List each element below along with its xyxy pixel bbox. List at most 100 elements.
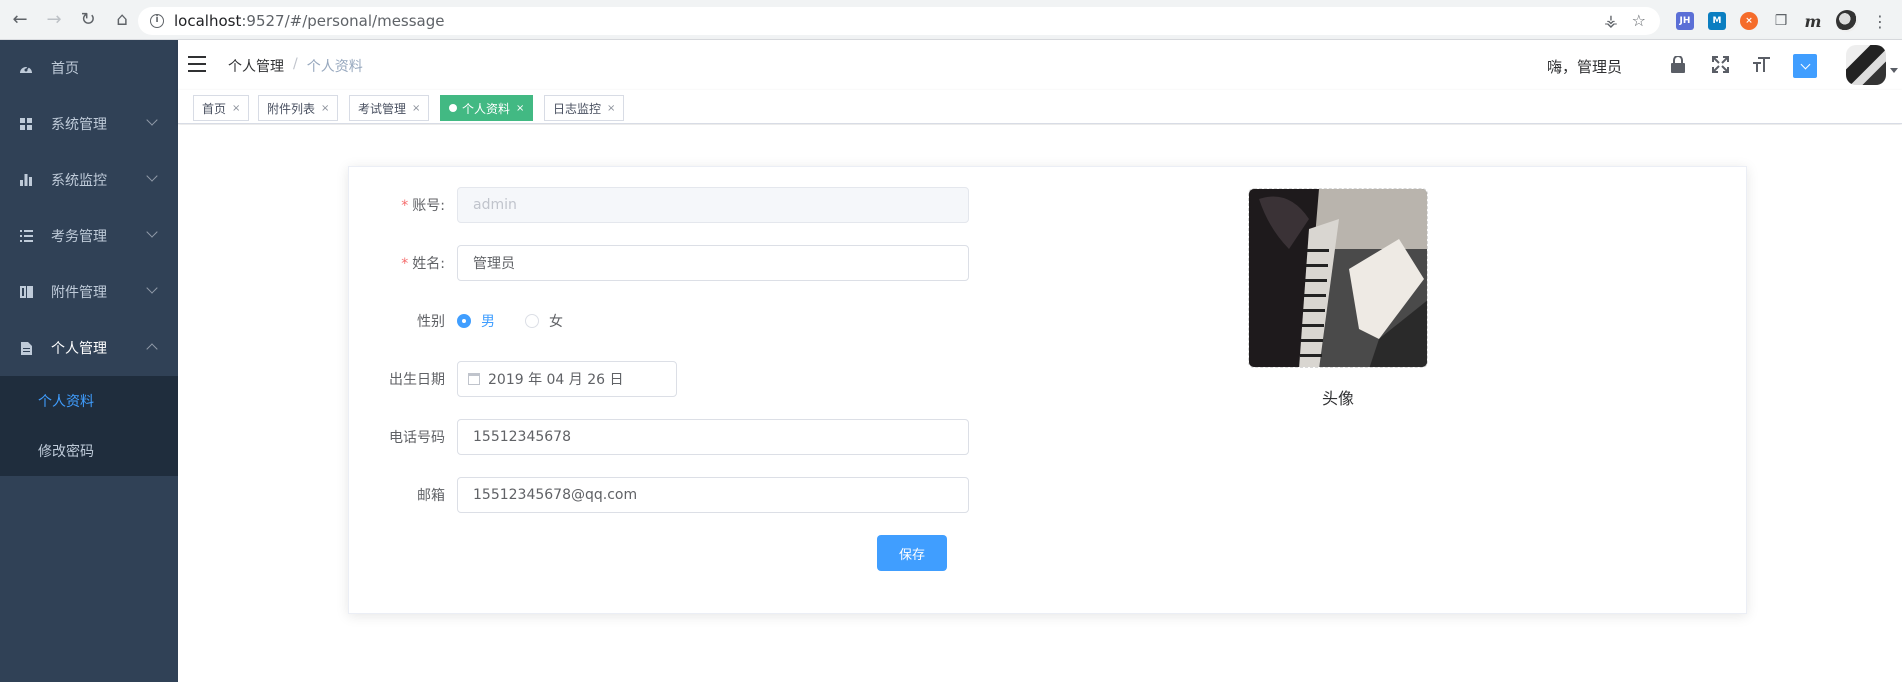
name-input[interactable]: 管理员 xyxy=(457,245,969,281)
reload-icon[interactable]: ↻ xyxy=(74,6,102,34)
sidebar-item-home[interactable]: 首页 xyxy=(0,40,178,96)
user-greeting: 嗨，管理员 xyxy=(1547,58,1623,76)
url-host: localhost xyxy=(174,12,242,30)
breadcrumb-separator: / xyxy=(293,56,298,72)
account-input: admin xyxy=(457,187,969,223)
gender-male-radio[interactable]: 男 xyxy=(457,311,495,331)
save-button[interactable]: 保存 xyxy=(877,535,947,571)
calendar-icon xyxy=(468,373,480,385)
chevron-down-icon xyxy=(146,114,158,126)
tags-view: 首页 × 附件列表 × 考试管理 × 个人资料 × 日志监控 × xyxy=(178,90,1902,124)
browser-profile-avatar[interactable] xyxy=(1836,10,1858,32)
tag-home[interactable]: 首页 × xyxy=(193,95,250,121)
form-row-email: 邮箱 15512345678@qq.com xyxy=(349,477,969,513)
star-icon[interactable]: ☆ xyxy=(1632,11,1646,30)
font-size-icon[interactable] xyxy=(1752,54,1772,74)
orange-extension-icon[interactable]: × xyxy=(1740,12,1758,30)
radio-unchecked-icon xyxy=(525,314,539,328)
close-icon[interactable]: × xyxy=(607,103,615,114)
gender-female-radio[interactable]: 女 xyxy=(525,311,563,331)
form-row-gender: 性别 男 女 xyxy=(349,303,593,339)
tag-attachments[interactable]: 附件列表 × xyxy=(258,95,339,121)
chevron-down-icon xyxy=(146,282,158,294)
sidebar-item-label: 考务管理 xyxy=(51,229,107,245)
document-icon xyxy=(18,340,34,356)
fullscreen-icon[interactable] xyxy=(1710,54,1730,74)
caret-down-icon[interactable] xyxy=(1890,68,1898,73)
lock-icon[interactable] xyxy=(1668,54,1688,74)
tag-log-monitor[interactable]: 日志监控 × xyxy=(544,95,625,121)
sidebar-subitem-change-password[interactable]: 修改密码 xyxy=(0,426,178,476)
avatar-image xyxy=(1249,189,1427,367)
birthday-date-picker[interactable]: 2019 年 04 月 26 日 xyxy=(457,361,677,397)
tag-label: 个人资料 xyxy=(462,101,511,116)
m-italic-extension-icon[interactable]: m xyxy=(1804,12,1822,31)
form-row-phone: 电话号码 15512345678 xyxy=(349,419,969,455)
submenu-personal: 个人资料 修改密码 xyxy=(0,376,178,476)
address-bar[interactable]: i localhost:9527/#/personal/message ⚶ ☆ xyxy=(138,7,1660,35)
home-icon[interactable]: ⌂ xyxy=(108,6,136,34)
sidebar-item-label: 首页 xyxy=(51,61,79,77)
gender-female-label: 女 xyxy=(549,314,563,330)
book-icon xyxy=(18,284,34,300)
list-icon xyxy=(18,228,34,244)
close-icon[interactable]: × xyxy=(232,103,240,114)
tag-label: 日志监控 xyxy=(553,101,602,116)
navbar: 个人管理 / 个人资料 嗨，管理员 xyxy=(178,40,1902,90)
theme-dropdown-button[interactable] xyxy=(1793,54,1817,78)
sidebar-item-label: 系统监控 xyxy=(51,173,107,189)
gender-label: 性别 xyxy=(417,314,445,330)
sidebar-item-personal[interactable]: 个人管理 xyxy=(0,320,178,376)
tag-profile[interactable]: 个人资料 × xyxy=(440,95,534,121)
breadcrumb-item[interactable]: 个人管理 xyxy=(228,56,284,76)
m-extension-icon[interactable]: M xyxy=(1708,12,1726,30)
active-dot-icon xyxy=(449,104,457,112)
chevron-down-icon xyxy=(146,226,158,238)
key-icon[interactable]: ⚶ xyxy=(1604,11,1618,30)
birthday-label: 出生日期 xyxy=(389,372,445,388)
chevron-up-icon xyxy=(146,343,158,355)
close-icon[interactable]: × xyxy=(412,103,420,114)
gender-male-label: 男 xyxy=(481,314,495,330)
breadcrumb-item-current: 个人资料 xyxy=(306,59,363,75)
name-label: * 姓名: xyxy=(401,256,445,272)
sidebar-item-label: 附件管理 xyxy=(51,285,107,301)
close-icon[interactable]: × xyxy=(321,103,329,114)
phone-input[interactable]: 15512345678 xyxy=(457,419,969,455)
sidebar-item-attachment[interactable]: 附件管理 xyxy=(0,264,178,320)
sidebar-item-label: 个人管理 xyxy=(51,341,107,357)
tag-label: 附件列表 xyxy=(267,101,316,116)
close-icon[interactable]: × xyxy=(516,103,524,114)
browser-menu-icon[interactable]: ⋮ xyxy=(1872,12,1888,31)
form-row-birthday: 出生日期 2019 年 04 月 26 日 xyxy=(349,361,677,397)
email-label: 邮箱 xyxy=(417,488,445,504)
forward-icon[interactable]: → xyxy=(40,6,68,34)
tag-exam[interactable]: 考试管理 × xyxy=(349,95,430,121)
jh-extension-icon[interactable]: JH xyxy=(1676,12,1694,30)
profile-card: * 账号: admin * 姓名: 管理员 性别 男 女 出生日期 2019 年 0… xyxy=(348,166,1747,614)
form-row-name: * 姓名: 管理员 xyxy=(349,245,969,281)
breadcrumb: 个人管理 / 个人资料 xyxy=(228,56,363,76)
main-content: * 账号: admin * 姓名: 管理员 性别 男 女 出生日期 2019 年 0… xyxy=(178,125,1902,682)
sidebar-item-monitor[interactable]: 系统监控 xyxy=(0,152,178,208)
form-row-account: * 账号: admin xyxy=(349,187,969,223)
chevron-down-icon xyxy=(146,170,158,182)
email-input[interactable]: 15512345678@qq.com xyxy=(457,477,969,513)
sidebar: 首页 系统管理 系统监控 考务管理 附件管理 个人管理 个人资料 修改密码 xyxy=(0,40,178,682)
grid-icon xyxy=(18,116,34,132)
avatar-upload[interactable] xyxy=(1248,188,1428,368)
radio-checked-icon xyxy=(457,314,471,328)
site-info-icon[interactable]: i xyxy=(150,14,164,28)
sidebar-item-exam[interactable]: 考务管理 xyxy=(0,208,178,264)
bar-chart-icon xyxy=(18,172,34,188)
hamburger-icon[interactable] xyxy=(188,56,206,72)
back-icon[interactable]: ← xyxy=(6,6,34,34)
browser-toolbar: ← → ↻ ⌂ i localhost:9527/#/personal/mess… xyxy=(0,0,1902,40)
bookmark-icon[interactable]: ❒ xyxy=(1772,12,1790,30)
birthday-value: 2019 年 04 月 26 日 xyxy=(488,372,624,388)
sidebar-subitem-profile[interactable]: 个人资料 xyxy=(0,376,178,426)
user-avatar[interactable] xyxy=(1846,45,1886,85)
phone-label: 电话号码 xyxy=(389,430,445,446)
dashboard-icon xyxy=(18,60,34,76)
sidebar-item-system[interactable]: 系统管理 xyxy=(0,96,178,152)
